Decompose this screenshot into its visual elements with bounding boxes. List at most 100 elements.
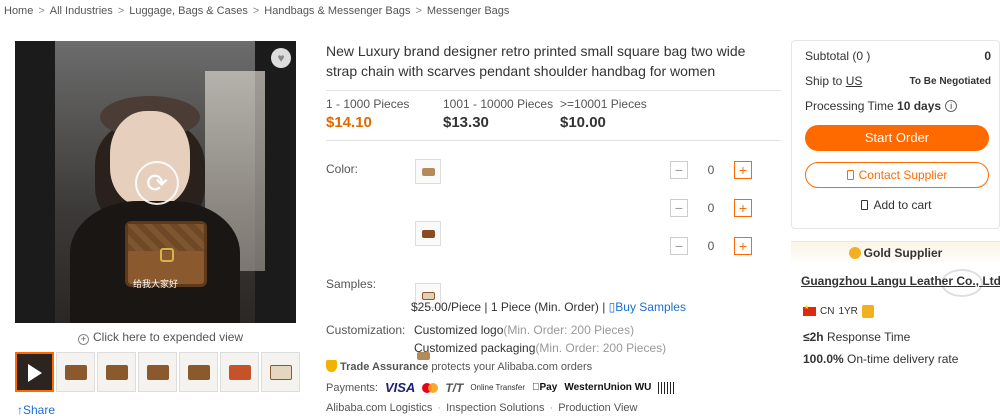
buy-samples-label: Buy Samples <box>615 300 686 314</box>
trade-assurance-text: protects your Alibaba.com orders <box>431 361 593 373</box>
decrement-button[interactable]: − <box>670 199 688 217</box>
separator-dot: · <box>437 402 442 414</box>
customization-min: (Min. Order: 200 Pieces) <box>535 341 667 355</box>
favorite-heart-icon[interactable]: ♥ <box>271 48 291 68</box>
add-to-cart-label: Add to cart <box>873 198 932 212</box>
buy-samples-link[interactable]: ▯Buy Samples <box>609 300 686 314</box>
product-video[interactable]: 给我大家好 ⟳ ♥ <box>15 41 296 323</box>
video-bag-flap <box>128 224 204 251</box>
ontime-label: On-time delivery rate <box>847 352 959 366</box>
add-to-cart-link[interactable]: Add to cart <box>792 198 1000 212</box>
price-tier-price: $14.10 <box>326 114 372 131</box>
customization-name: Customized packaging <box>414 341 536 355</box>
thumbnail-image[interactable] <box>179 352 218 392</box>
breadcrumb-luggage[interactable]: Luggage, Bags & Cases <box>129 5 248 17</box>
quantity-value[interactable]: 0 <box>688 163 734 177</box>
breadcrumb-home[interactable]: Home <box>4 5 33 17</box>
western-union-icon: WesternUnion WU <box>556 382 651 393</box>
thumbnail-image[interactable] <box>261 352 300 392</box>
thumbnail-image[interactable] <box>138 352 177 392</box>
contact-supplier-button[interactable]: Contact Supplier <box>805 162 989 188</box>
gold-supplier-band: Gold Supplier <box>791 242 1000 264</box>
price-tier-price: $13.30 <box>443 114 489 131</box>
breadcrumb: Home > All Industries > Luggage, Bags & Case… <box>4 5 509 17</box>
subtotal-row: Subtotal (0 ) 0 <box>805 49 991 63</box>
thumbnail-image[interactable] <box>220 352 259 392</box>
quantity-value[interactable]: 0 <box>688 239 734 253</box>
swatch-image <box>422 168 435 176</box>
share-link[interactable]: ↑Share <box>17 403 55 416</box>
price-tier-range: 1001 - 10000 Pieces <box>443 97 554 111</box>
logistics-link[interactable]: Alibaba.com Logistics <box>326 402 432 414</box>
payment-methods: Payments: VISA T/T Online Transfer Pay … <box>326 380 675 395</box>
thumbnail-image[interactable] <box>56 352 95 392</box>
ship-status: To Be Negotiated <box>909 75 991 87</box>
trade-assurance[interactable]: Trade Assurance protects your Alibaba.co… <box>326 360 592 373</box>
processing-time-row: Processing Time 10 days i <box>805 99 991 113</box>
processing-label: Processing Time <box>805 99 894 113</box>
processing-value: 10 days <box>897 99 942 113</box>
breadcrumb-separator: > <box>117 5 125 17</box>
price-tier-3: >=10001 Pieces $10.00 <box>560 97 647 131</box>
rotate-360-icon[interactable]: ⟳ <box>135 161 179 205</box>
price-tier-2: 1001 - 10000 Pieces $13.30 <box>443 97 553 131</box>
visa-icon: VISA <box>384 380 416 395</box>
breadcrumb-messenger-bags[interactable]: Messenger Bags <box>427 5 510 17</box>
thumbnail-bag-image <box>106 365 128 380</box>
color-swatch[interactable] <box>415 221 441 246</box>
apple-pay-icon: Pay <box>532 382 557 393</box>
increment-button[interactable]: + <box>734 199 752 217</box>
customization-min: (Min. Order: 200 Pieces) <box>503 323 635 337</box>
swatch-image <box>422 292 435 300</box>
price-tier-1: 1 - 1000 Pieces $14.10 <box>326 97 409 131</box>
expand-view-label: Click here to expended view <box>93 330 244 344</box>
thumbnail-bag-image <box>147 365 169 380</box>
color-swatch[interactable] <box>415 159 441 184</box>
inspection-link[interactable]: Inspection Solutions <box>446 402 544 414</box>
breadcrumb-separator: > <box>38 5 45 17</box>
separator-dot: · <box>549 402 554 414</box>
increment-button[interactable]: + <box>734 161 752 179</box>
video-bag-clasp <box>160 248 174 262</box>
china-flag-icon <box>803 304 816 316</box>
customization-item: Customized packaging(Min. Order: 200 Pie… <box>414 341 666 355</box>
thumbnail-bag-image <box>65 365 87 380</box>
supplier-country: CN <box>820 306 835 317</box>
breadcrumb-all-industries[interactable]: All Industries <box>50 5 113 17</box>
increment-button[interactable]: + <box>734 237 752 255</box>
info-icon[interactable]: i <box>945 100 958 112</box>
color-label: Color: <box>326 162 359 176</box>
thumbnail-strip <box>15 352 300 392</box>
quantity-value[interactable]: 0 <box>688 201 734 215</box>
subtotal-value: 0 <box>984 49 991 63</box>
ontime-value: 100.0% <box>803 352 844 366</box>
customization-label: Customization: <box>326 323 406 337</box>
contact-supplier-label: Contact Supplier <box>858 168 948 182</box>
customization-name: Customized logo <box>414 323 504 337</box>
mastercard-icon <box>422 382 439 393</box>
supplier-name-link[interactable]: Guangzhou Langu Leather Co., Ltd. <box>801 274 1000 288</box>
decrement-button[interactable]: − <box>670 161 688 179</box>
trade-assurance-title: Trade Assurance <box>340 361 429 373</box>
thumbnail-video[interactable] <box>15 352 54 392</box>
verified-badge-icon <box>861 305 874 318</box>
decrement-button[interactable]: − <box>670 237 688 255</box>
expand-view-link[interactable]: + Click here to expended view <box>78 330 243 345</box>
subtotal-label: Subtotal (0 ) <box>805 49 871 63</box>
service-links: Alibaba.com Logistics · Inspection Solutio… <box>326 402 637 414</box>
shield-icon <box>326 360 337 372</box>
production-view-link[interactable]: Production View <box>558 402 637 414</box>
tt-icon: T/T <box>445 380 464 395</box>
quantity-stepper: − 0 + <box>670 160 752 180</box>
quantity-stepper: − 0 + <box>670 236 752 256</box>
order-panel: Subtotal (0 ) 0 Ship to US To Be Negotia… <box>791 40 1000 229</box>
ship-country-link[interactable]: US <box>846 74 863 88</box>
breadcrumb-handbags[interactable]: Handbags & Messenger Bags <box>264 5 410 17</box>
ship-to-row: Ship to US To Be Negotiated <box>805 74 991 88</box>
quantity-stepper: − 0 + <box>670 198 752 218</box>
gold-medal-icon <box>848 247 861 259</box>
price-tier-range: >=10001 Pieces <box>560 97 647 111</box>
thumbnail-image[interactable] <box>97 352 136 392</box>
response-time-label: Response Time <box>826 330 911 344</box>
start-order-button[interactable]: Start Order <box>805 125 989 151</box>
